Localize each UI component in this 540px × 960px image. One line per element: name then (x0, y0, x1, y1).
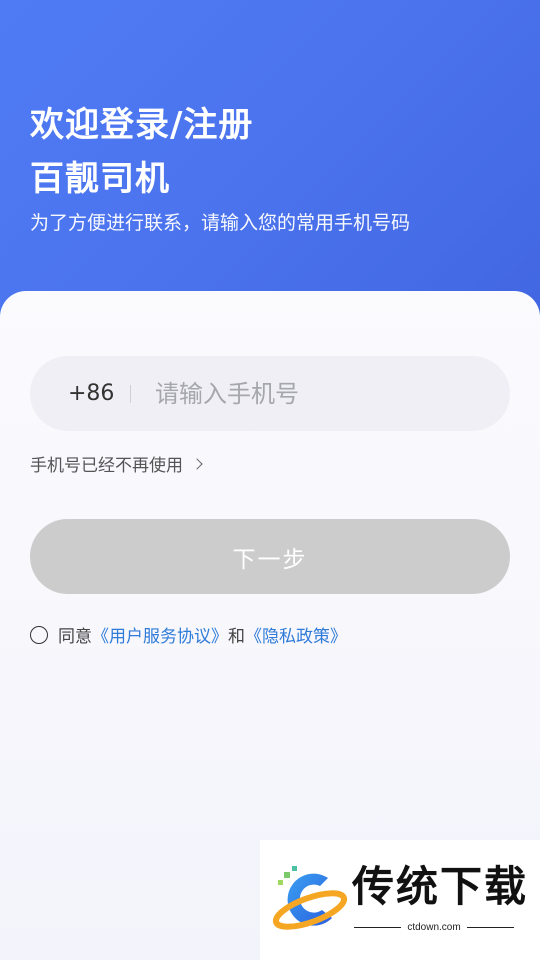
watermark-site: ctdown.com (407, 922, 461, 933)
watermark: 传统下载 ctdown.com (260, 840, 540, 960)
next-button[interactable]: 下一步 (30, 519, 510, 594)
agree-prefix: 同意 (58, 627, 92, 647)
phone-field[interactable]: +86 (30, 356, 510, 431)
welcome-title: 欢迎登录/注册 (30, 105, 254, 145)
watermark-line-left (354, 926, 402, 929)
watermark-logo-icon (272, 866, 348, 930)
header-subtitle: 为了方便进行联系，请输入您的常用手机号码 (30, 212, 411, 234)
chevron-right-icon (191, 457, 203, 470)
user-agreement-link[interactable]: 《用户服务协议》 (92, 622, 228, 647)
header-banner: 欢迎登录/注册 百靓司机 为了方便进行联系，请输入您的常用手机号码 (0, 0, 540, 330)
field-divider (130, 384, 131, 403)
agree-radio[interactable] (30, 625, 48, 644)
watermark-title: 传统下载 (352, 862, 529, 911)
app-name-title: 百靓司机 (30, 159, 170, 199)
agree-conjunction: 和 (228, 627, 245, 647)
watermark-line-right (466, 926, 515, 929)
privacy-policy-link[interactable]: 《隐私政策》 (245, 622, 347, 647)
agreement-row: 同意 《用户服务协议》 和 《隐私政策》 (30, 622, 347, 647)
number-no-longer-used-label: 手机号已经不再使用 (30, 456, 183, 476)
number-no-longer-used-link[interactable]: 手机号已经不再使用 (30, 451, 203, 476)
phone-input[interactable] (155, 379, 455, 408)
country-code-selector[interactable]: +86 (68, 381, 124, 406)
watermark-site-row: ctdown.com (354, 922, 515, 933)
